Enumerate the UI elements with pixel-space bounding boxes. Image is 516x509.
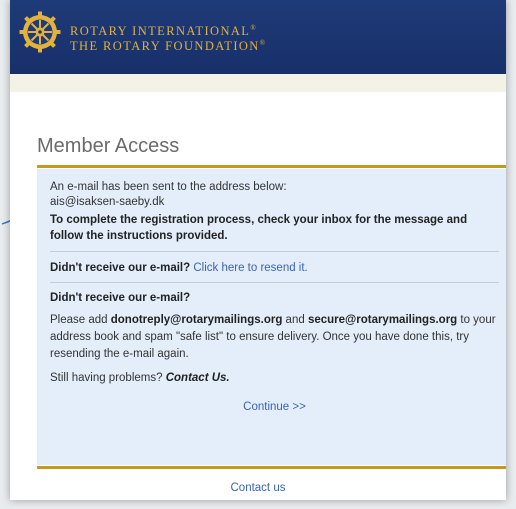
confirmation-panel: An e-mail has been sent to the address b… [37, 169, 506, 465]
brand-name: ROTARY INTERNATIONAL® THE ROTARY FOUNDAT… [70, 22, 267, 54]
contact-us-link[interactable]: Contact Us. [166, 372, 230, 384]
footer-divider [37, 466, 506, 469]
divider [50, 282, 499, 283]
help-text-and: and [282, 314, 308, 326]
header-band [10, 74, 506, 92]
registration-instructions: To complete the registration process, ch… [50, 214, 468, 242]
secure-address: secure@rotarymailings.org [307, 314, 458, 326]
registered-mark: ® [250, 24, 258, 32]
brand-line-1: ROTARY INTERNATIONAL [70, 24, 251, 39]
resend-link[interactable]: Click here to resend it. [193, 262, 307, 274]
site-header: ROTARY INTERNATIONAL® THE ROTARY FOUNDAT… [10, 0, 506, 74]
brand-line-2: THE ROTARY FOUNDATION [70, 39, 260, 54]
footer-contact-link[interactable]: Contact us [10, 482, 506, 494]
donotreply-address: donotreply@rotarymailings.org [110, 314, 283, 326]
help-heading: Didn't receive our e-mail? [50, 292, 191, 304]
email-sent-message: An e-mail has been sent to the address b… [50, 181, 287, 193]
help-text: Please add donotreply@rotarymailings.org… [50, 312, 499, 363]
rotary-wheel-logo-icon[interactable] [19, 11, 61, 53]
help-text-pre: Please add [50, 314, 111, 326]
title-divider [37, 165, 506, 168]
continue-link[interactable]: Continue >> [50, 399, 499, 415]
divider [50, 251, 499, 252]
problems-text: Still having problems? [50, 372, 163, 384]
page-frame: ROTARY INTERNATIONAL® THE ROTARY FOUNDAT… [10, 0, 506, 500]
resend-question: Didn't receive our e-mail? [50, 262, 191, 274]
registered-mark: ® [259, 39, 267, 48]
email-address: ais@isaksen-saeby.dk [50, 196, 165, 208]
page-title: Member Access [37, 135, 180, 157]
